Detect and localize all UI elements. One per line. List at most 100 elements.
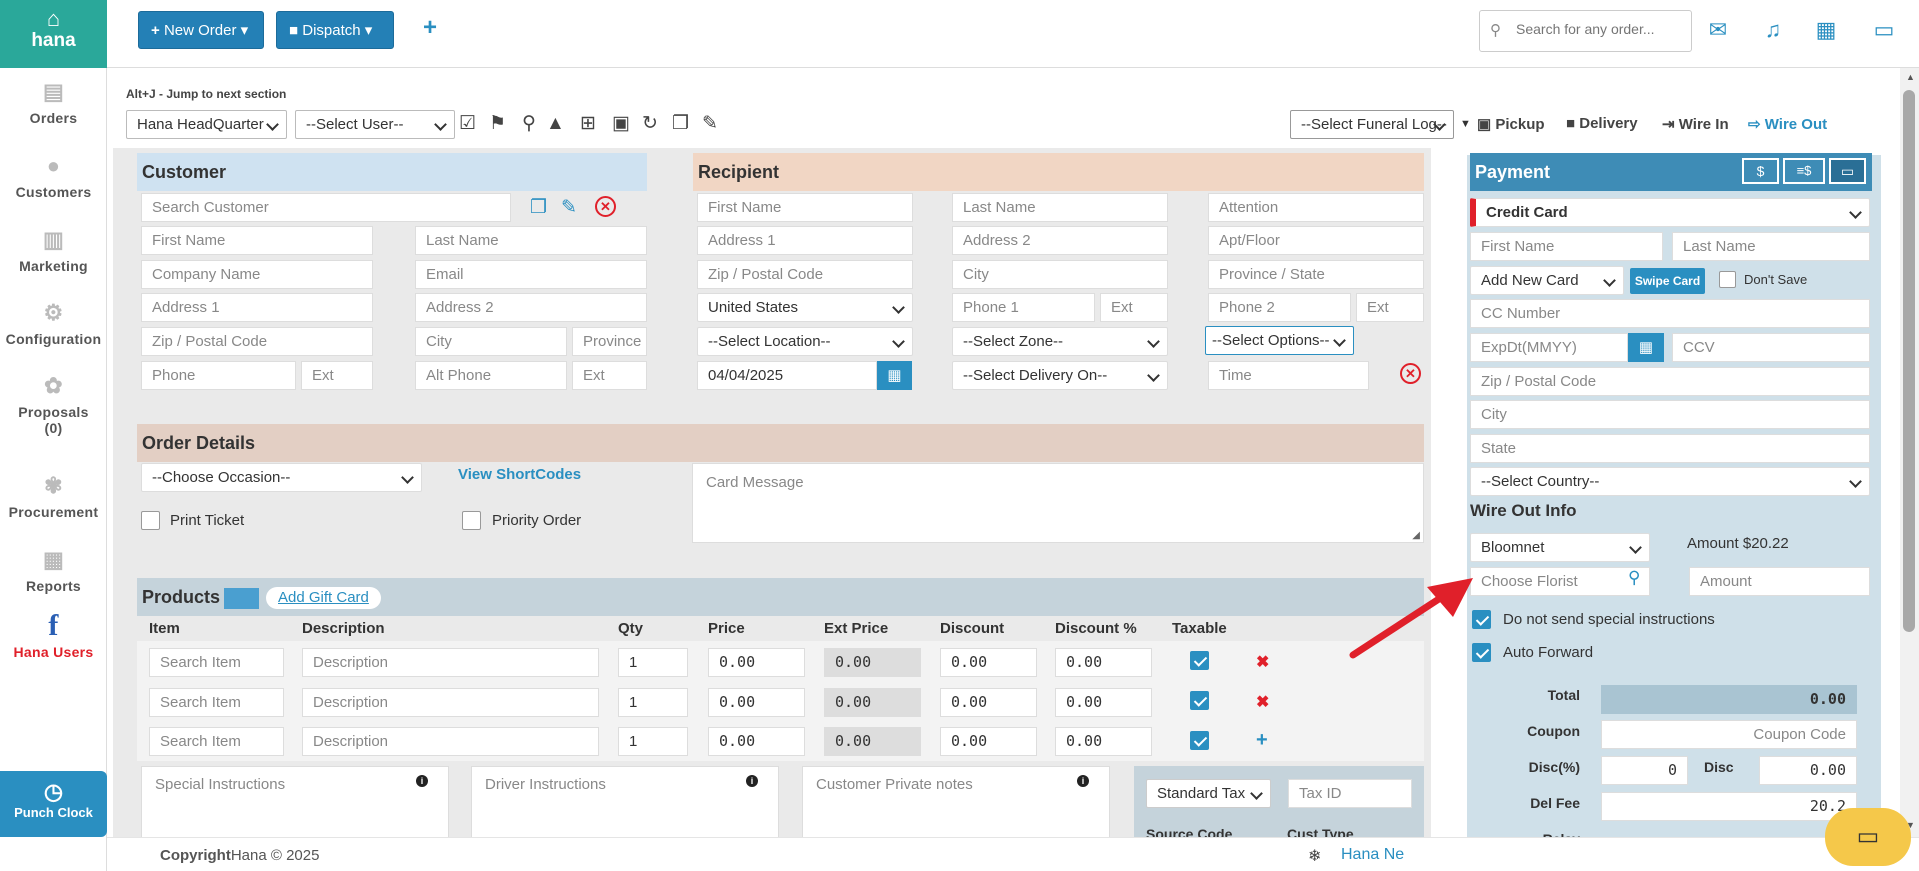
- coupon-input[interactable]: Coupon Code: [1601, 720, 1857, 749]
- customer-address1[interactable]: Address 1: [141, 293, 373, 322]
- user-select[interactable]: --Select User--: [295, 110, 455, 139]
- dispatch-button[interactable]: ■ Dispatch ▾: [276, 11, 394, 49]
- wire-amount-input[interactable]: Amount: [1689, 567, 1870, 596]
- discount-input[interactable]: 0.00: [940, 727, 1037, 756]
- calendar-icon[interactable]: ▦: [1812, 16, 1840, 44]
- qty-input[interactable]: 1: [618, 648, 688, 677]
- qty-input[interactable]: 1: [618, 727, 688, 756]
- exp-calendar-icon[interactable]: ▦: [1628, 333, 1664, 362]
- saved-card-select[interactable]: Add New Card: [1470, 266, 1624, 295]
- mail-icon[interactable]: ✉: [1704, 16, 1732, 44]
- customer-zip[interactable]: Zip / Postal Code: [141, 327, 373, 356]
- recipient-city[interactable]: City: [952, 260, 1168, 289]
- taxable-checkbox[interactable]: [1190, 651, 1209, 670]
- taxable-checkbox[interactable]: [1190, 731, 1209, 750]
- new-order-button[interactable]: + New Order ▾: [138, 11, 264, 49]
- tags-icon[interactable]: ⚑: [489, 113, 506, 135]
- customer-phone[interactable]: Phone: [141, 361, 296, 390]
- item-search-input[interactable]: Search Item: [149, 648, 284, 677]
- store-select[interactable]: Hana HeadQuarter: [126, 110, 287, 139]
- swipe-card-button[interactable]: Swipe Card: [1630, 268, 1705, 294]
- funeral-log-select[interactable]: --Select Funeral Log--: [1290, 110, 1454, 139]
- qty-input[interactable]: 1: [618, 688, 688, 717]
- checklist-icon[interactable]: ☑: [459, 113, 476, 135]
- delivery-button[interactable]: ■ Delivery: [1566, 115, 1638, 132]
- recipient-address2[interactable]: Address 2: [952, 226, 1168, 255]
- discount-input[interactable]: 0.00: [940, 648, 1037, 677]
- options-select[interactable]: --Select Options--: [1205, 326, 1354, 355]
- scroll-up-icon[interactable]: ▲: [1906, 72, 1915, 82]
- search-input[interactable]: [1516, 21, 1686, 37]
- card-last-name[interactable]: Last Name: [1672, 232, 1870, 261]
- road-icon[interactable]: ▲: [546, 113, 565, 135]
- disc-pct-input[interactable]: 0: [1601, 756, 1688, 785]
- recipient-apt[interactable]: Apt/Floor: [1208, 226, 1424, 255]
- info-icon[interactable]: i: [746, 775, 758, 787]
- sidebar-item-configuration[interactable]: ⚙ Configuration: [0, 301, 107, 348]
- check-icon[interactable]: ≡$: [1783, 158, 1825, 184]
- description-input[interactable]: Description: [302, 727, 599, 756]
- customer-phone-ext[interactable]: Ext: [301, 361, 373, 390]
- delivery-time-input[interactable]: Time: [1208, 361, 1369, 390]
- customer-address2[interactable]: Address 2: [415, 293, 647, 322]
- card-first-name[interactable]: First Name: [1470, 232, 1663, 261]
- refresh-icon[interactable]: ↻: [642, 113, 658, 135]
- hana-logo[interactable]: ⌂ hana: [0, 0, 107, 68]
- occasion-select[interactable]: --Choose Occasion--: [141, 463, 422, 492]
- discount-pct-input[interactable]: 0.00: [1055, 648, 1152, 677]
- del-fee-input[interactable]: 20.2: [1601, 792, 1857, 821]
- taxable-checkbox[interactable]: [1190, 691, 1209, 710]
- copy-icon[interactable]: ❐: [672, 113, 689, 135]
- description-input[interactable]: Description: [302, 688, 599, 717]
- price-input[interactable]: 0.00: [708, 727, 805, 756]
- sidebar-item-orders[interactable]: ▤ Orders: [0, 80, 107, 127]
- delivery-on-select[interactable]: --Select Delivery On--: [952, 361, 1168, 390]
- customer-company[interactable]: Company Name: [141, 260, 373, 289]
- item-search-input[interactable]: Search Item: [149, 688, 284, 717]
- disc-input[interactable]: 0.00: [1759, 756, 1857, 785]
- dont-save-checkbox[interactable]: [1719, 271, 1736, 288]
- add-gift-card-button[interactable]: Add Gift Card: [266, 587, 381, 609]
- news-ticker[interactable]: Hana Ne: [1341, 846, 1405, 864]
- price-input[interactable]: 0.00: [708, 648, 805, 677]
- sidebar-item-customers[interactable]: ● Customers: [0, 154, 107, 201]
- tax-id-input[interactable]: Tax ID: [1288, 779, 1412, 808]
- recipient-phone1-ext[interactable]: Ext: [1100, 293, 1168, 322]
- sidebar-item-reports[interactable]: ▦ Reports: [0, 548, 107, 595]
- recipient-phone1[interactable]: Phone 1: [952, 293, 1095, 322]
- add-row-icon[interactable]: +: [1256, 729, 1268, 752]
- wire-in-button[interactable]: ⇥ Wire In: [1662, 115, 1729, 133]
- priority-order-checkbox[interactable]: [462, 511, 481, 530]
- discount-input[interactable]: 0.00: [940, 688, 1037, 717]
- search-florist-icon[interactable]: ⚲: [1628, 568, 1640, 588]
- sidebar-item-proposals[interactable]: ✿ Proposals (0): [0, 374, 107, 437]
- customer-alt-phone-ext[interactable]: Ext: [572, 361, 647, 390]
- payment-method-select[interactable]: Credit Card: [1470, 198, 1870, 227]
- resize-handle-icon[interactable]: ◢: [1412, 530, 1420, 541]
- info-icon[interactable]: i: [416, 775, 428, 787]
- sidebar-item-marketing[interactable]: ▥ Marketing: [0, 228, 107, 275]
- monitor-icon[interactable]: ▭: [1870, 16, 1898, 44]
- recipient-country-select[interactable]: United States: [697, 293, 913, 322]
- sidebar-item-hana-users[interactable]: f Hana Users: [0, 611, 107, 661]
- credit-card-icon[interactable]: ▭: [1829, 158, 1866, 184]
- recipient-zip[interactable]: Zip / Postal Code: [697, 260, 913, 289]
- scrollbar-thumb[interactable]: [1903, 90, 1915, 632]
- recipient-attention[interactable]: Attention: [1208, 193, 1424, 222]
- recipient-address1[interactable]: Address 1: [697, 226, 913, 255]
- map-pin-icon[interactable]: ⚲: [522, 113, 536, 135]
- wire-out-button[interactable]: ⇨ Wire Out: [1748, 115, 1827, 133]
- chat-widget-button[interactable]: ▭: [1825, 808, 1911, 866]
- wrench-icon[interactable]: ✎: [702, 113, 718, 135]
- print-ticket-checkbox[interactable]: [141, 511, 160, 530]
- cc-number-input[interactable]: CC Number: [1470, 299, 1870, 328]
- recipient-phone2[interactable]: Phone 2: [1208, 293, 1351, 322]
- delivery-date-input[interactable]: 04/04/2025: [697, 361, 877, 390]
- info-icon[interactable]: i: [1077, 775, 1089, 787]
- discount-pct-input[interactable]: 0.00: [1055, 688, 1152, 717]
- description-input[interactable]: Description: [302, 648, 599, 677]
- billing-country-select[interactable]: --Select Country--: [1470, 467, 1870, 496]
- bell-icon[interactable]: ♫: [1759, 16, 1787, 44]
- ccv-input[interactable]: CCV: [1672, 333, 1870, 362]
- location-select[interactable]: --Select Location--: [697, 327, 913, 356]
